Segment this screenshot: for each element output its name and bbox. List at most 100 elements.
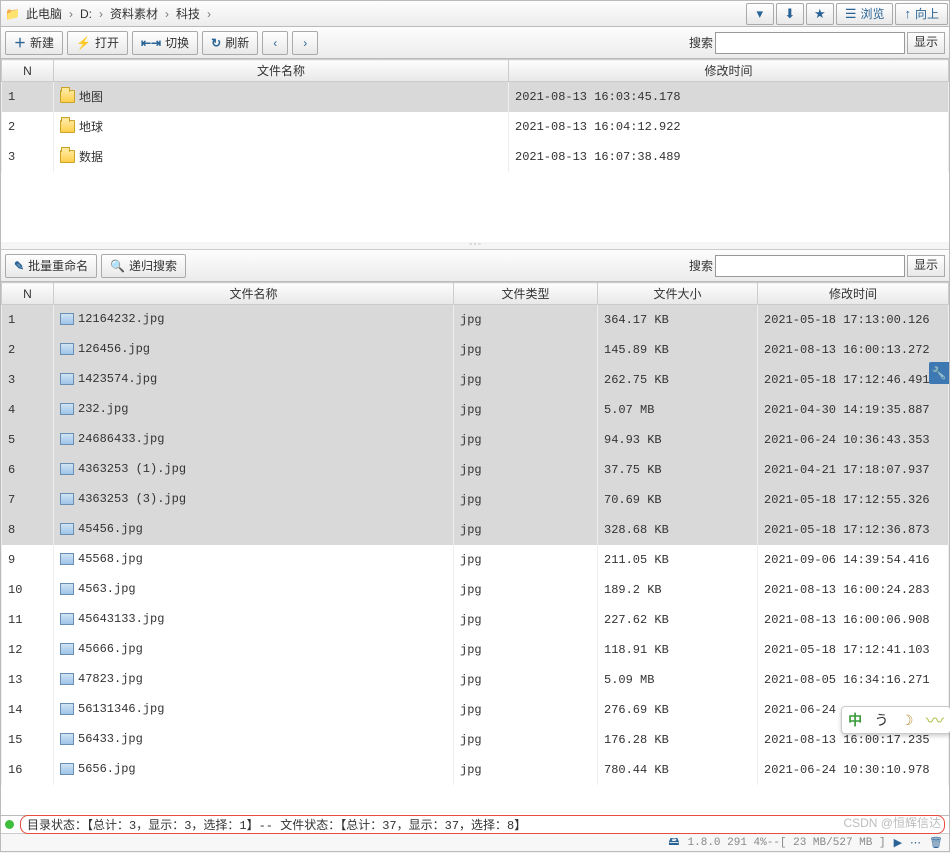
table-row[interactable]: 1 12164232.jpg jpg 364.17 KB 2021-05-18 … [2,305,949,335]
refresh-button[interactable]: ↻刷新 [202,31,258,55]
col-time[interactable]: 修改时间 [758,283,949,305]
table-row[interactable]: 7 4363253 (3).jpg jpg 70.69 KB 2021-05-1… [2,485,949,515]
col-size[interactable]: 文件大小 [598,283,758,305]
row-time: 2021-06-24 10:36:43.353 [758,425,949,455]
table-row[interactable]: 14 56131346.jpg jpg 276.69 KB 2021-06-24 [2,695,949,725]
table-row[interactable]: 13 47823.jpg jpg 5.09 MB 2021-08-05 16:3… [2,665,949,695]
trash-icon[interactable]: 🗑 [929,836,943,850]
next-button[interactable]: › [292,31,318,55]
breadcrumb[interactable]: 📁 此电脑 › D: › 资料素材 › 科技 › [1,5,745,22]
row-name: 地图 [54,82,509,112]
col-n[interactable]: N [2,283,54,305]
table-row[interactable]: 4 232.jpg jpg 5.07 MB 2021-04-30 14:19:3… [2,395,949,425]
image-icon [60,643,74,655]
row-size: 145.89 KB [598,335,758,365]
open-button[interactable]: ⚡打开 [67,31,128,55]
row-index: 11 [2,605,54,635]
row-index: 2 [2,112,54,142]
table-row[interactable]: 5 24686433.jpg jpg 94.93 KB 2021-06-24 1… [2,425,949,455]
switch-button[interactable]: ⇤⇥切换 [132,31,198,55]
col-type[interactable]: 文件类型 [454,283,598,305]
search-label: 搜索 [689,34,713,51]
table-row[interactable]: 8 45456.jpg jpg 328.68 KB 2021-05-18 17:… [2,515,949,545]
favorite-button[interactable]: ★ [806,3,834,25]
more-icon[interactable]: ⋯ [910,836,921,850]
crumb-2[interactable]: 资料素材 [106,5,162,22]
side-tool-button[interactable]: 🔧 [929,362,949,384]
folder-icon [60,120,75,133]
swap-icon: ⇤⇥ [141,36,161,50]
crumb-root[interactable]: 此电脑 [22,5,66,22]
row-index: 8 [2,515,54,545]
upper-search-input[interactable] [715,32,905,54]
row-time: 2021-08-05 16:34:16.271 [758,665,949,695]
row-index: 13 [2,665,54,695]
row-index: 6 [2,455,54,485]
col-n[interactable]: N [2,60,54,82]
new-button[interactable]: ＋新建 [5,31,63,55]
path-dropdown-button[interactable]: ▾ [746,3,774,25]
row-size: 70.69 KB [598,485,758,515]
play-icon[interactable]: ▶ [894,836,902,850]
row-name: 1423574.jpg [54,365,454,395]
table-row[interactable]: 16 5656.jpg jpg 780.44 KB 2021-06-24 10:… [2,755,949,785]
download-button[interactable]: ⬇ [776,3,804,25]
col-name[interactable]: 文件名称 [54,283,454,305]
image-icon [60,343,74,355]
file-table: N 文件名称 文件类型 文件大小 修改时间 [1,282,949,305]
row-time: 2021-05-18 17:12:46.491 [758,365,949,395]
folder-icon [60,150,75,163]
image-icon [60,733,74,745]
row-size: 211.05 KB [598,545,758,575]
table-row[interactable]: 2 地球 2021-08-13 16:04:12.922 [2,112,949,142]
table-row[interactable]: 6 4363253 (1).jpg jpg 37.75 KB 2021-04-2… [2,455,949,485]
col-time[interactable]: 修改时间 [509,60,949,82]
table-row[interactable]: 3 数据 2021-08-13 16:07:38.489 [2,142,949,172]
row-name: 126456.jpg [54,335,454,365]
row-index: 4 [2,395,54,425]
up-button[interactable]: ↑向上 [895,3,948,25]
crumb-3[interactable]: 科技 [172,5,204,22]
row-name: 24686433.jpg [54,425,454,455]
folder-icon [60,90,75,103]
prev-button[interactable]: ‹ [262,31,288,55]
row-name: 45568.jpg [54,545,454,575]
image-icon [60,463,74,475]
row-type: jpg [454,425,598,455]
table-row[interactable]: 15 56433.jpg jpg 176.28 KB 2021-08-13 16… [2,725,949,755]
recursive-search-button[interactable]: 🔍递归搜索 [101,254,186,278]
lower-search-input[interactable] [715,255,905,277]
upper-display-button[interactable]: 显示 [907,32,945,54]
image-icon [60,553,74,565]
ime-widget[interactable]: 中 う ☽ 〰 [841,706,950,734]
crumb-1[interactable]: D: [76,7,96,21]
table-row[interactable]: 3 1423574.jpg jpg 262.75 KB 2021-05-18 1… [2,365,949,395]
row-index: 16 [2,755,54,785]
row-time: 2021-06-24 10:30:10.978 [758,755,949,785]
table-row[interactable]: 11 45643133.jpg jpg 227.62 KB 2021-08-13… [2,605,949,635]
chevron-right-icon: › [206,7,212,21]
col-name[interactable]: 文件名称 [54,60,509,82]
chevron-right-icon: › [303,36,307,50]
lower-display-button[interactable]: 显示 [907,255,945,277]
row-type: jpg [454,695,598,725]
row-type: jpg [454,605,598,635]
table-row[interactable]: 1 地图 2021-08-13 16:03:45.178 [2,82,949,112]
splitter[interactable] [1,242,949,250]
row-index: 3 [2,142,54,172]
wrench-icon: 🔧 [932,366,947,380]
row-time: 2021-04-21 17:18:07.937 [758,455,949,485]
table-row[interactable]: 2 126456.jpg jpg 145.89 KB 2021-08-13 16… [2,335,949,365]
table-row[interactable]: 9 45568.jpg jpg 211.05 KB 2021-09-06 14:… [2,545,949,575]
batch-rename-button[interactable]: ✎批量重命名 [5,254,97,278]
browse-button[interactable]: ☰浏览 [836,3,894,25]
chevron-right-icon: › [164,7,170,21]
row-name: 4563.jpg [54,575,454,605]
table-row[interactable]: 12 45666.jpg jpg 118.91 KB 2021-05-18 17… [2,635,949,665]
row-type: jpg [454,575,598,605]
refresh-icon: ↻ [211,36,221,50]
row-name: 45456.jpg [54,515,454,545]
row-time: 2021-09-06 14:39:54.416 [758,545,949,575]
image-icon [60,763,74,775]
table-row[interactable]: 10 4563.jpg jpg 189.2 KB 2021-08-13 16:0… [2,575,949,605]
